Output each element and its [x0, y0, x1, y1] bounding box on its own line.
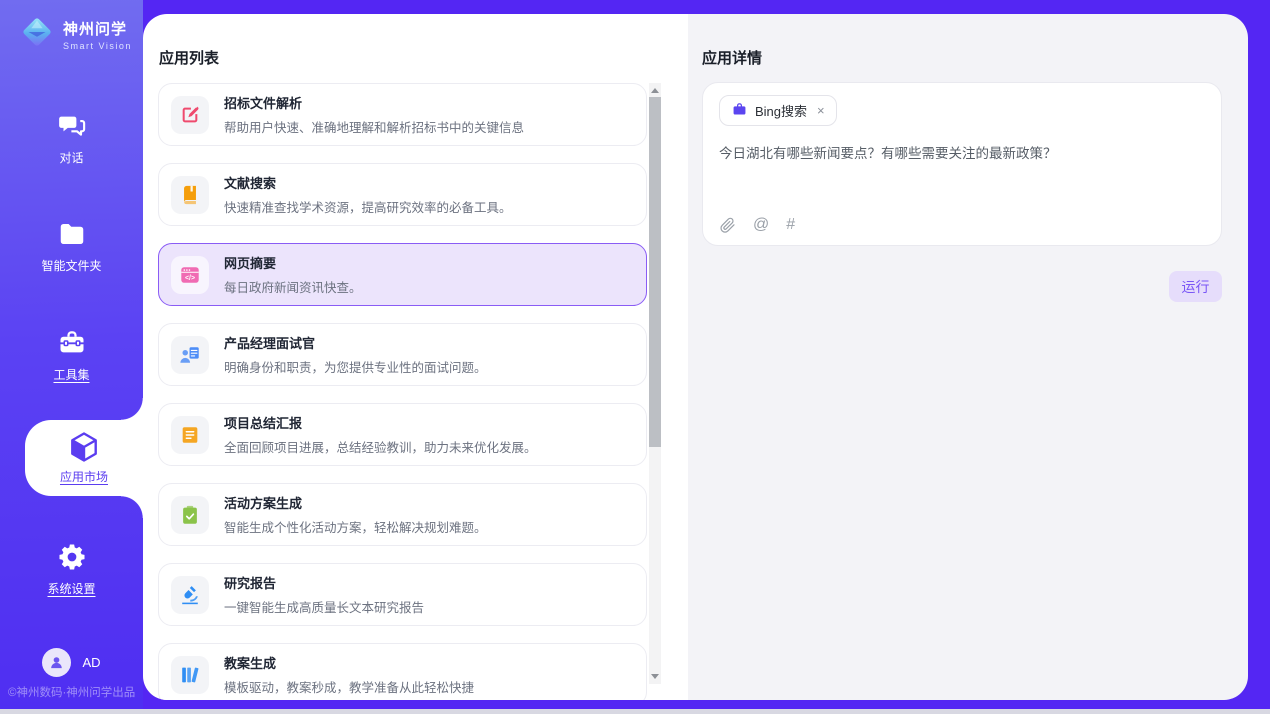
paperclip-icon[interactable] [720, 217, 736, 234]
sidebar-item-5[interactable]: 系统设置 [0, 541, 143, 597]
book-icon [171, 176, 209, 214]
app-item-name: 招标文件解析 [224, 93, 524, 112]
app-list-item[interactable]: 项目总结汇报全面回顾项目进展，总结经验教训，助力未来优化发展。 [158, 403, 647, 466]
app-item-name: 项目总结汇报 [224, 413, 537, 432]
app-item-desc: 明确身份和职责，为您提供专业性的面试问题。 [224, 357, 487, 376]
scroll-thumb[interactable] [649, 97, 661, 447]
gear-icon [57, 541, 87, 573]
scrollbar[interactable] [649, 83, 661, 684]
app-item-name: 文献搜索 [224, 173, 512, 192]
browser-code-icon: </> [171, 256, 209, 294]
sidebar-item-label: 智能文件夹 [41, 257, 101, 274]
avatar [42, 648, 71, 677]
sidebar-item-2[interactable]: 智能文件夹 [0, 218, 143, 274]
sidebar: 神州问学 Smart Vision 对话智能文件夹工具集应用市场系统设置 AD … [0, 0, 143, 709]
scroll-up-icon[interactable] [651, 88, 659, 93]
sidebar-item-label: 对话 [59, 149, 83, 166]
close-icon[interactable]: × [817, 103, 825, 118]
app-list-item[interactable]: 产品经理面试官明确身份和职责，为您提供专业性的面试问题。 [158, 323, 647, 386]
app-list-title: 应用列表 [159, 47, 688, 68]
sidebar-item-1[interactable]: 对话 [0, 110, 143, 166]
app-item-desc: 每日政府新闻资讯快查。 [224, 277, 362, 296]
query-text[interactable]: 今日湖北有哪些新闻要点？有哪些需要关注的最新政策？ [719, 142, 1205, 162]
app-detail-title: 应用详情 [702, 47, 1248, 68]
bottom-strip [0, 709, 1270, 714]
folder-icon [57, 218, 87, 250]
attach-toolbar: @ # [720, 216, 795, 234]
app-item-name: 网页摘要 [224, 253, 362, 272]
app-list-item[interactable]: 活动方案生成智能生成个性化活动方案，轻松解决规划难题。 [158, 483, 647, 546]
app-item-desc: 一键智能生成高质量长文本研究报告 [224, 597, 424, 616]
tool-tag-label: Bing搜索 [755, 101, 807, 120]
app-list-item[interactable]: </> 网页摘要每日政府新闻资讯快查。 [158, 243, 647, 306]
app-item-name: 活动方案生成 [224, 493, 487, 512]
app-item-desc: 全面回顾项目进展，总结经验教训，助力未来优化发展。 [224, 437, 537, 456]
prompt-input-card[interactable]: Bing搜索 × 今日湖北有哪些新闻要点？有哪些需要关注的最新政策？ @ # [702, 82, 1222, 246]
cube-icon [66, 431, 102, 463]
user-initials: AD [82, 655, 100, 670]
copyright: ©神州数码·神州问学出品 [8, 684, 135, 700]
app-item-desc: 快速精准查找学术资源，提高研究效率的必备工具。 [224, 197, 512, 216]
app-list: 招标文件解析帮助用户快速、准确地理解和解析招标书中的关键信息文献搜索快速精准查找… [158, 83, 647, 700]
sidebar-nav: 对话智能文件夹工具集应用市场系统设置 [0, 0, 143, 709]
microscope-icon [171, 576, 209, 614]
sidebar-item-label: 工具集 [53, 366, 89, 383]
tool-tag-bing[interactable]: Bing搜索 × [719, 95, 837, 126]
app-item-desc: 智能生成个性化活动方案，轻松解决规划难题。 [224, 517, 487, 536]
mention-icon[interactable]: @ [753, 216, 769, 234]
briefcase-icon [732, 102, 747, 120]
app-item-name: 研究报告 [224, 573, 424, 592]
app-list-item[interactable]: 教案生成模板驱动，教案秒成，教学准备从此轻松快捷 [158, 643, 647, 700]
app-list-item[interactable]: 文献搜索快速精准查找学术资源，提高研究效率的必备工具。 [158, 163, 647, 226]
app-detail-panel: 应用详情 Bing搜索 × 今日湖北有哪些新闻要点？有哪些需要关注的最新政策？ … [688, 14, 1248, 700]
notepad-icon [171, 416, 209, 454]
app-list-item[interactable]: 研究报告一键智能生成高质量长文本研究报告 [158, 563, 647, 626]
app-list-panel: 应用列表 招标文件解析帮助用户快速、准确地理解和解析招标书中的关键信息文献搜索快… [143, 14, 688, 700]
svg-text:</>: </> [185, 274, 195, 281]
clipboard-check-icon [171, 496, 209, 534]
sidebar-item-3[interactable]: 工具集 [0, 327, 143, 383]
app-item-name: 产品经理面试官 [224, 333, 487, 352]
app-item-name: 教案生成 [224, 653, 474, 672]
scroll-down-icon[interactable] [651, 674, 659, 679]
user-row[interactable]: AD [0, 648, 143, 677]
chat-icon [57, 110, 87, 142]
app-item-desc: 帮助用户快速、准确地理解和解析招标书中的关键信息 [224, 117, 524, 136]
run-button[interactable]: 运行 [1169, 271, 1222, 302]
books-icon [171, 656, 209, 694]
toolbox-icon [57, 327, 87, 359]
topic-icon[interactable]: # [786, 216, 795, 234]
sidebar-item-label: 应用市场 [60, 468, 108, 485]
edit-icon [171, 96, 209, 134]
app-list-item[interactable]: 招标文件解析帮助用户快速、准确地理解和解析招标书中的关键信息 [158, 83, 647, 146]
app-item-desc: 模板驱动，教案秒成，教学准备从此轻松快捷 [224, 677, 474, 696]
interviewer-icon [171, 336, 209, 374]
sidebar-item-4[interactable]: 应用市场 [25, 420, 143, 496]
sidebar-item-label: 系统设置 [47, 580, 95, 597]
